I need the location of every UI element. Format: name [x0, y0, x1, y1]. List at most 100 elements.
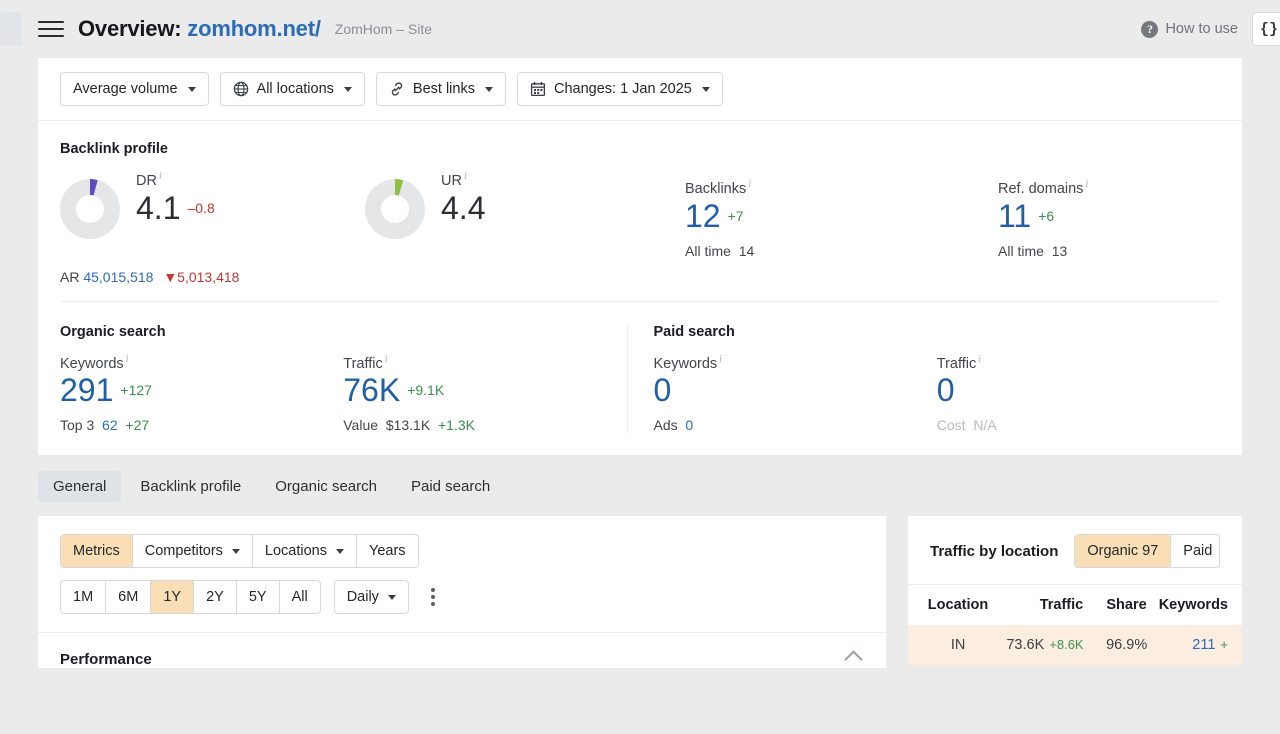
question-mark-icon: ?	[1141, 20, 1159, 38]
paid-traffic-label: Traffic i	[936, 353, 982, 372]
filter-changes-date[interactable]: Changes: 1 Jan 2025	[516, 72, 723, 106]
page-title-prefix: Overview:	[78, 16, 182, 41]
ar-line: AR 45,015,518 ▼5,013,418	[60, 269, 1220, 285]
range-6m[interactable]: 6M	[106, 581, 152, 614]
col-traffic: Traffic	[1039, 597, 1084, 614]
app-header: Overview: zomhom.net/ ZomHom – Site ? Ho…	[0, 0, 1280, 58]
ur-label: UR i	[441, 171, 467, 189]
backlinks-subline: All time 14	[685, 242, 755, 259]
link-icon	[391, 82, 403, 96]
overview-stats-card: Backlink profile DR i 4.1 –0.8 UR i 4.4 …	[38, 121, 1242, 456]
paid-ads-value[interactable]: 0	[685, 417, 693, 433]
range-all[interactable]: All	[280, 581, 320, 613]
chevron-down-icon	[484, 86, 493, 92]
info-icon[interactable]: i	[1085, 179, 1088, 190]
dr-value: 4.1	[136, 189, 181, 226]
info-icon[interactable]: i	[719, 354, 722, 365]
info-icon[interactable]: i	[748, 179, 751, 190]
info-icon[interactable]: i	[464, 171, 467, 182]
performance-header: Performance	[38, 632, 886, 669]
api-code-button[interactable]: {}	[1252, 12, 1280, 46]
filter-average-volume-label: Average volume	[73, 81, 178, 97]
range-2y[interactable]: 2Y	[194, 581, 237, 614]
kebab-menu-icon[interactable]	[422, 582, 444, 612]
metric-ur: UR i 4.4	[365, 171, 685, 239]
metric-dr: DR i 4.1 –0.8	[60, 171, 365, 239]
toggle-organic[interactable]: Organic 97	[1075, 535, 1172, 568]
tab-organic-search[interactable]: Organic search	[260, 471, 392, 502]
ar-label: AR	[60, 268, 80, 285]
info-icon[interactable]: i	[978, 354, 981, 365]
dr-donut-chart	[60, 179, 120, 239]
seg-competitors[interactable]: Competitors	[133, 535, 253, 568]
info-icon[interactable]: i	[126, 354, 129, 365]
paid-traffic-value[interactable]: 0	[937, 372, 1220, 410]
organic-traffic-value-row: 76K +9.1K	[343, 372, 626, 410]
section-divider	[60, 300, 1220, 302]
ref-domains-label: Ref. domains i	[998, 179, 1089, 197]
filter-all-locations-label: All locations	[256, 81, 334, 97]
paid-keywords-label: Keywords i	[653, 353, 722, 372]
organic-traffic-subline: Value $13.1K +1.3K	[343, 417, 475, 434]
calendar-icon	[530, 81, 546, 97]
filter-best-links[interactable]: Best links	[375, 72, 506, 106]
range-5y[interactable]: 5Y	[237, 581, 280, 614]
performance-title: Performance	[60, 651, 152, 669]
site-domain-link[interactable]: zomhom.net/	[187, 16, 321, 41]
tab-backlink-profile[interactable]: Backlink profile	[125, 471, 256, 502]
info-icon[interactable]: i	[385, 354, 388, 365]
ar-value[interactable]: 45,015,518	[83, 269, 153, 285]
granularity-daily[interactable]: Daily	[335, 581, 408, 613]
lower-panels: Metrics Competitors Locations Years 1M 6…	[0, 516, 1280, 669]
organic-keywords-value[interactable]: 291	[60, 372, 113, 408]
seg-years[interactable]: Years	[357, 535, 418, 567]
filter-average-volume[interactable]: Average volume	[60, 72, 209, 106]
chevron-up-icon[interactable]	[844, 650, 863, 669]
filter-bar: Average volume All locations Best links	[38, 58, 1242, 121]
seg-metrics[interactable]: Metrics	[61, 535, 133, 568]
backlink-profile-title: Backlink profile	[60, 141, 168, 157]
toggle-paid[interactable]: Paid	[1171, 535, 1219, 567]
chevron-down-icon	[387, 594, 396, 600]
seg-locations[interactable]: Locations	[253, 535, 357, 568]
hamburger-icon[interactable]	[38, 16, 64, 42]
dr-label: DR i	[136, 171, 162, 189]
search-metrics-section: Organic search Keywords i 291 +127 Top 3 6…	[38, 308, 1242, 456]
table-row[interactable]: IN 73.6K +8.6K 96.9% 211 +	[908, 625, 1242, 666]
tab-general[interactable]: General	[38, 471, 122, 503]
backlinks-value[interactable]: 12	[685, 198, 721, 234]
col-share: Share	[1106, 597, 1147, 614]
organic-search-block: Organic search Keywords i 291 +127 Top 3 6…	[60, 324, 627, 434]
backlink-profile-section: Backlink profile DR i 4.1 –0.8 UR i 4.4 …	[38, 121, 1242, 308]
paid-keywords-value[interactable]: 0	[654, 372, 937, 410]
organic-keywords-value-row: 291 +127	[60, 372, 343, 410]
granularity-control: Daily	[333, 580, 409, 615]
page-title: Overview: zomhom.net/	[78, 16, 321, 42]
organic-traffic-value[interactable]: 76K	[343, 372, 400, 408]
how-to-use-label: How to use	[1165, 21, 1238, 37]
filter-changes-date-label: Changes: 1 Jan 2025	[553, 81, 692, 97]
globe-icon	[233, 81, 248, 97]
backlinks-delta: +7	[727, 207, 744, 224]
organic-keywords-subline: Top 3 62 +27	[60, 417, 150, 434]
range-1y[interactable]: 1Y	[151, 581, 195, 614]
paid-search-title: Paid search	[653, 323, 735, 340]
how-to-use-button[interactable]: ? How to use	[1141, 20, 1238, 38]
paid-traffic-subline: Cost N/A	[936, 417, 997, 434]
ur-donut-chart	[365, 179, 425, 239]
chart-range-toolbar: 1M 6M 1Y 2Y 5Y All Daily	[38, 568, 886, 615]
backlinks-value-row: 12 +7	[685, 198, 998, 236]
info-icon[interactable]: i	[159, 171, 162, 182]
col-keywords: Keywords	[1158, 597, 1228, 614]
chevron-down-icon	[231, 548, 240, 554]
tab-paid-search[interactable]: Paid search	[396, 471, 505, 502]
chart-view-toolbar: Metrics Competitors Locations Years	[38, 516, 886, 569]
filter-all-locations[interactable]: All locations	[219, 72, 365, 106]
organic-top3-value[interactable]: 62	[102, 417, 118, 433]
ar-delta: ▼5,013,418	[163, 268, 240, 285]
sidebar-collapsed-stub[interactable]	[0, 12, 22, 46]
organic-keywords-label: Keywords i	[60, 353, 129, 372]
range-1m[interactable]: 1M	[61, 581, 107, 614]
ref-domains-value[interactable]: 11	[998, 198, 1031, 234]
chevron-down-icon	[701, 86, 710, 92]
